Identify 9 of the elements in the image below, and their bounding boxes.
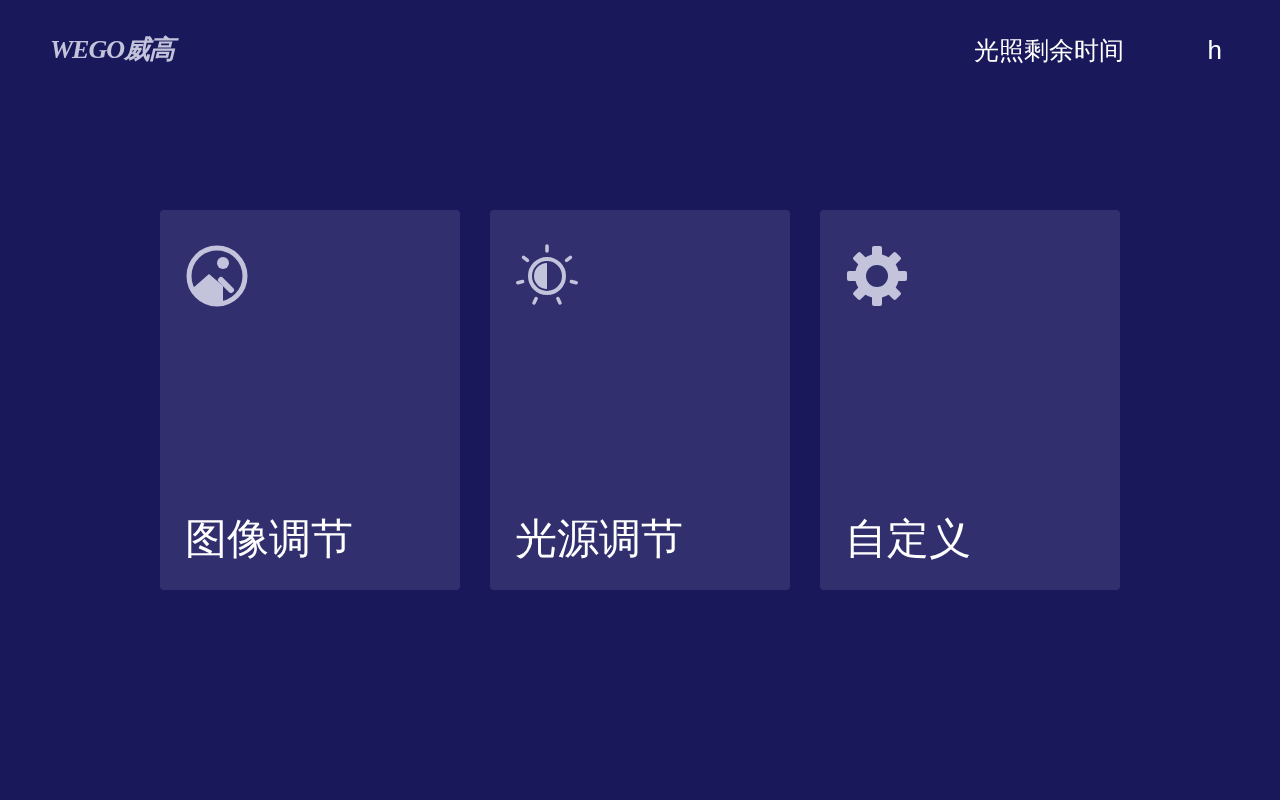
menu-tile[interactable]: 光源调节 (490, 210, 790, 590)
brightness-icon (515, 244, 579, 308)
settings-icon (845, 244, 909, 308)
picture-icon (185, 244, 249, 308)
menu-tile[interactable]: 自定义 (820, 210, 1120, 590)
remaining-time-label: 光照剩余时间 (973, 34, 1124, 67)
logo: WEGO威高 (48, 31, 180, 69)
hours-unit: h (1207, 34, 1222, 66)
menu-tile[interactable]: 图像调节 (160, 210, 460, 590)
